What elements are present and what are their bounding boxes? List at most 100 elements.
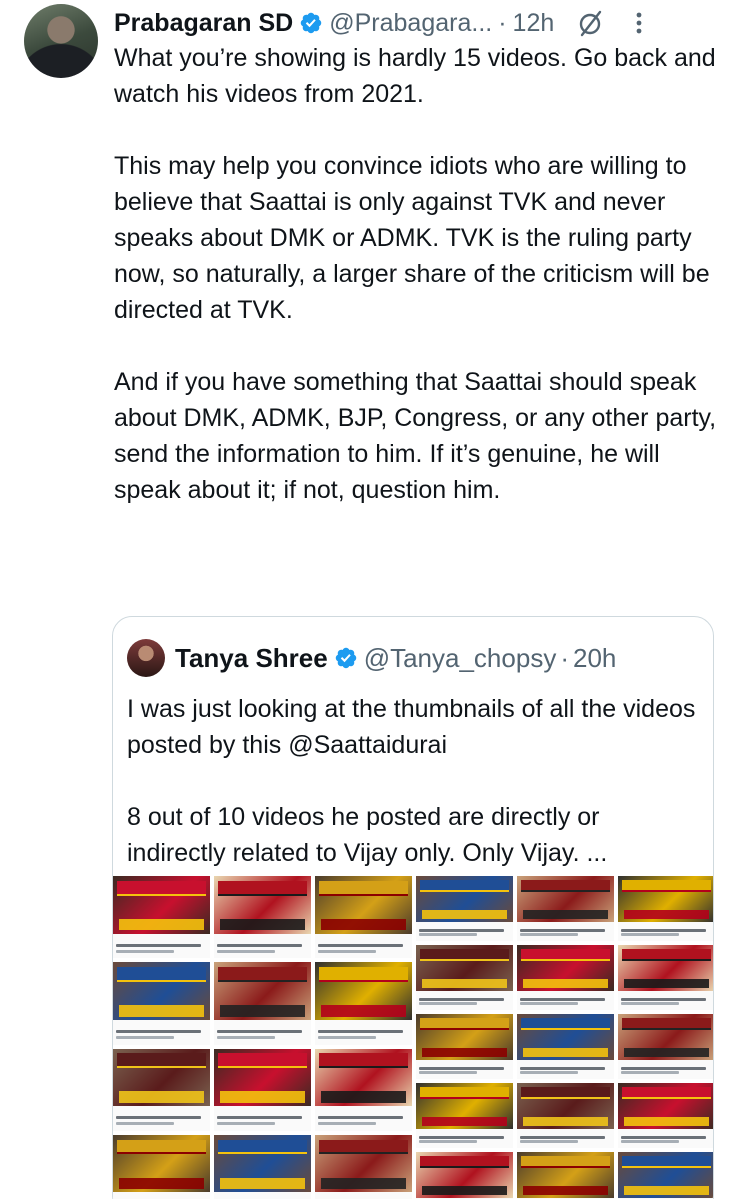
- thumbnail-title-line: [519, 1135, 606, 1139]
- thumbnail-title-line: [216, 1116, 303, 1120]
- video-thumbnail: [517, 1083, 614, 1148]
- thumbnail-caption-banner: [320, 1177, 407, 1190]
- thumbnail-caption-banner: [421, 1047, 508, 1057]
- thumbnail-caption-banner: [522, 1185, 609, 1195]
- thumbnail-title-line: [216, 943, 303, 947]
- tweet-body: What you’re showing is hardly 15 videos.…: [114, 40, 718, 508]
- thumbnail-title-line: [418, 928, 505, 932]
- tweet-paragraph: This may help you convince idiots who ar…: [114, 152, 710, 324]
- video-thumbnail: [517, 876, 614, 941]
- video-thumbnail: [315, 1134, 412, 1199]
- thumbnail-meta-line: [620, 1071, 680, 1075]
- thumbnail-meta-line: [115, 1122, 175, 1125]
- thumbnail-title-line: [418, 1066, 505, 1070]
- thumbnail-meta-line: [115, 949, 175, 953]
- thumbnail-meta-line: [418, 1071, 478, 1075]
- quoted-author-handle[interactable]: @Tanya_chopsy: [364, 643, 557, 674]
- thumbnail-banner: [419, 879, 510, 892]
- thumbnail-banner: [621, 1017, 712, 1030]
- thumbnail-title-line: [519, 997, 606, 1001]
- quoted-paragraph: I was just looking at the thumbnails of …: [127, 695, 696, 759]
- thumbnail-caption-banner: [118, 1177, 205, 1190]
- thumbnail-caption-banner: [421, 978, 508, 988]
- thumbnail-banner: [621, 1086, 712, 1099]
- separator-dot: ·: [498, 8, 507, 37]
- thumbnail-meta-line: [620, 1002, 680, 1006]
- thumbnail-banner: [520, 879, 611, 892]
- thumbnail-meta-line: [519, 1140, 579, 1144]
- thumbnail-banner: [318, 880, 409, 896]
- thumbnail-title-line: [115, 943, 202, 947]
- thumbnail-caption-banner: [522, 1116, 609, 1126]
- thumbnail-banner: [217, 1139, 308, 1155]
- video-thumbnail: [214, 1048, 311, 1131]
- thumbnail-caption-banner: [118, 1091, 205, 1103]
- video-thumbnail: [214, 962, 311, 1045]
- thumbnail-meta-line: [519, 933, 579, 937]
- thumbnail-grid-right: [416, 872, 713, 1199]
- video-thumbnail: [517, 1014, 614, 1079]
- author-handle[interactable]: @Prabagara...: [329, 9, 492, 38]
- quoted-author-avatar[interactable]: [127, 639, 165, 677]
- thumbnail-caption-banner: [421, 1185, 508, 1195]
- thumbnail-caption-banner: [320, 918, 407, 931]
- thumbnail-meta-line: [418, 1140, 478, 1144]
- thumbnail-title-line: [317, 943, 404, 947]
- thumbnail-banner: [419, 1017, 510, 1030]
- thumbnail-caption-banner: [219, 1177, 306, 1190]
- thumbnail-title-line: [418, 1135, 505, 1139]
- video-thumbnail: [416, 945, 513, 1010]
- thumbnail-caption-banner: [118, 1005, 205, 1017]
- thumbnail-banner: [116, 967, 207, 982]
- thumbnail-grid-left: [113, 872, 412, 1199]
- thumbnail-banner: [318, 1053, 409, 1069]
- video-thumbnail: [416, 1083, 513, 1148]
- thumbnail-caption-banner: [623, 1185, 710, 1195]
- thumbnail-title-line: [317, 1030, 404, 1033]
- video-thumbnail: [416, 876, 513, 941]
- thumbnail-meta-line: [317, 949, 377, 953]
- more-vertical-icon[interactable]: [634, 10, 644, 36]
- verified-badge-icon: [334, 646, 358, 670]
- video-thumbnail: [113, 1134, 210, 1199]
- thumbnail-banner: [621, 879, 712, 892]
- thumbnail-banner: [318, 967, 409, 982]
- thumbnail-caption-banner: [623, 909, 710, 919]
- author-name[interactable]: Prabagaran SD: [114, 9, 293, 38]
- quoted-tweet-header: Tanya Shree @Tanya_chopsy · 20h: [127, 639, 616, 677]
- video-thumbnail: [618, 945, 713, 1010]
- thumbnail-banner: [520, 1086, 611, 1099]
- thumbnail-banner: [419, 1155, 510, 1168]
- video-thumbnail: [517, 945, 614, 1010]
- thumbnail-caption-banner: [219, 1091, 306, 1103]
- timestamp[interactable]: 12h: [513, 9, 555, 38]
- quoted-tweet-card[interactable]: Tanya Shree @Tanya_chopsy · 20h I was ju…: [112, 616, 714, 1199]
- tweet-header: Prabagaran SD @Prabagara... · 12h: [114, 6, 712, 40]
- thumbnail-meta-line: [620, 933, 680, 937]
- thumbnail-title-line: [115, 1030, 202, 1033]
- video-thumbnail: [113, 962, 210, 1045]
- thumbnail-meta-line: [317, 1122, 377, 1125]
- video-thumbnail: [517, 1152, 614, 1199]
- video-thumbnail: [618, 1014, 713, 1079]
- thumbnail-banner: [419, 1086, 510, 1099]
- grok-slash-icon[interactable]: [576, 8, 606, 38]
- video-thumbnail: [416, 1152, 513, 1199]
- thumbnail-caption-banner: [421, 909, 508, 919]
- thumbnail-caption-banner: [623, 978, 710, 988]
- video-thumbnail: [618, 1083, 713, 1148]
- quoted-author-name[interactable]: Tanya Shree: [175, 643, 328, 674]
- thumbnail-banner: [217, 880, 308, 896]
- thumbnail-banner: [419, 948, 510, 961]
- thumbnail-meta-line: [317, 1035, 377, 1039]
- thumbnail-title-line: [620, 928, 707, 932]
- tweet-paragraph: What you’re showing is hardly 15 videos.…: [114, 44, 716, 108]
- video-thumbnail: [315, 876, 412, 959]
- author-avatar[interactable]: [24, 4, 98, 78]
- thumbnail-caption-banner: [623, 1116, 710, 1126]
- thumbnail-title-line: [418, 997, 505, 1001]
- thumbnail-banner: [520, 1017, 611, 1030]
- quoted-timestamp[interactable]: 20h: [573, 643, 616, 674]
- thumbnail-banner: [116, 1139, 207, 1155]
- quoted-media-image[interactable]: [113, 872, 713, 1199]
